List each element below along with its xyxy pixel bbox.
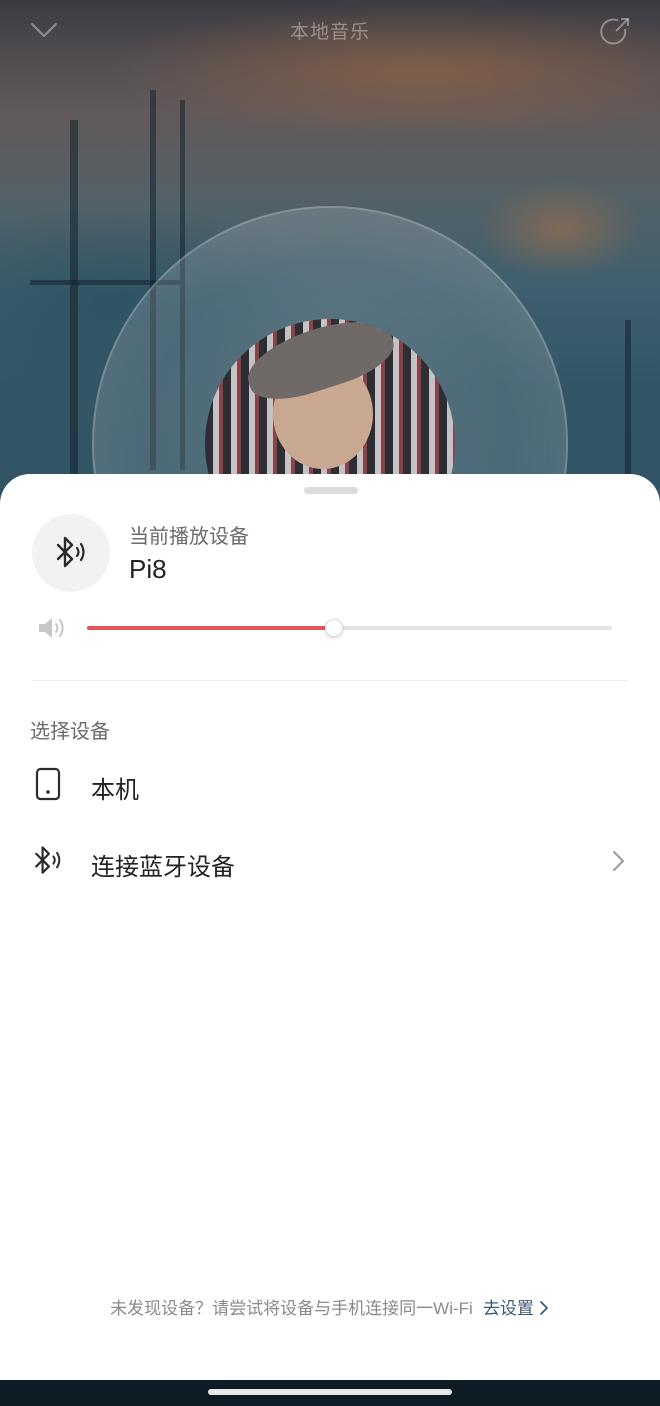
chevron-right-icon [539,1301,548,1315]
device-option-label: 本机 [91,777,139,804]
share-icon [600,18,629,45]
volume-slider-thumb[interactable] [324,619,343,637]
home-indicator[interactable] [208,1389,452,1395]
page-title: 本地音乐 [289,22,370,43]
volume-slider[interactable] [87,619,612,637]
current-device-label: 当前播放设备 [129,526,249,548]
volume-slider-fill [87,626,334,630]
bluetooth-audio-icon [28,839,68,883]
device-option-label: 连接蓝牙设备 [91,854,235,881]
hint-text: 未发现设备？请尝试将设备与手机连接同一Wi-Fi [110,1299,473,1318]
no-device-hint: 未发现设备？请尝试将设备与手机连接同一Wi-Fi 去设置 [0,1294,660,1319]
go-settings-label: 去设置 [482,1299,534,1318]
share-button[interactable] [598,14,634,50]
select-device-title: 选择设备 [30,721,110,743]
top-bar: 本地音乐 [0,0,660,62]
chevron-right-icon [613,851,624,871]
system-navigation-bar [0,1380,660,1406]
device-option-this-phone[interactable]: 本机 [0,752,660,816]
device-option-connect-bluetooth[interactable]: 连接蓝牙设备 [0,829,660,893]
divider [32,680,628,681]
drag-handle[interactable] [304,487,358,494]
current-device-name: Pi8 [129,554,167,584]
bluetooth-audio-icon [56,536,85,568]
phone-icon [28,762,68,806]
current-device-icon-circle [32,514,110,592]
go-settings-link[interactable]: 去设置 [483,1299,550,1318]
speaker-icon [39,618,64,638]
device-picker-sheet: 当前播放设备 Pi8 选择设备 本机 连接蓝牙设备 未发现设备？请尝试将设备与手… [0,474,660,1380]
